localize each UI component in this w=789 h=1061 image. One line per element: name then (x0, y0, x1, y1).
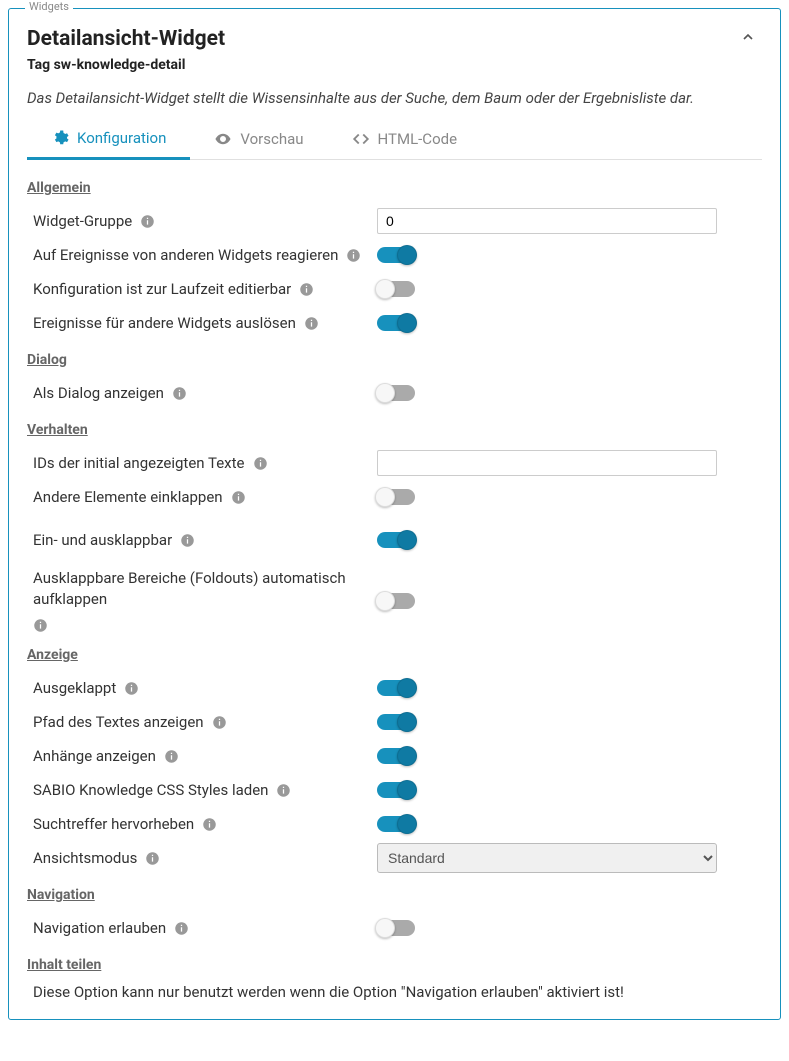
field-label: Konfiguration ist zur Laufzeit editierba… (33, 280, 291, 298)
info-icon[interactable] (172, 386, 187, 401)
section-navigation: Navigation (27, 887, 762, 903)
info-icon[interactable] (231, 490, 246, 505)
tab-vorschau[interactable]: Vorschau (190, 121, 327, 159)
info-icon[interactable] (253, 456, 268, 471)
field-label: Auf Ereignisse von anderen Widgets reagi… (33, 246, 338, 264)
inhalt-teilen-notice: Diese Option kann nur benutzt werden wen… (27, 983, 762, 1001)
info-icon[interactable] (164, 749, 179, 764)
andere-einklappen-toggle[interactable] (377, 489, 415, 505)
collapse-button[interactable] (734, 23, 762, 51)
field-label: Widget-Gruppe (33, 212, 132, 230)
widget-gruppe-input[interactable] (377, 208, 717, 234)
chevron-up-icon (740, 29, 756, 45)
ids-initial-input[interactable] (377, 450, 717, 476)
panel-legend: Widgets (25, 0, 73, 13)
info-icon[interactable] (299, 282, 314, 297)
widget-title: Detailansicht-Widget (27, 27, 225, 51)
ereignisse-ausloesen-toggle[interactable] (377, 315, 415, 331)
field-label: Navigation erlauben (33, 919, 166, 937)
css-styles-toggle[interactable] (377, 782, 415, 798)
auf-ereignisse-toggle[interactable] (377, 247, 415, 263)
tab-label: HTML-Code (378, 130, 458, 148)
field-label: SABIO Knowledge CSS Styles laden (33, 781, 268, 799)
field-label: Andere Elemente einklappen (33, 488, 223, 506)
info-icon[interactable] (140, 214, 155, 229)
ansichtsmodus-select[interactable]: Standard (377, 843, 717, 873)
field-label: Pfad des Textes anzeigen (33, 713, 204, 731)
info-icon[interactable] (174, 921, 189, 936)
anhaenge-toggle[interactable] (377, 748, 415, 764)
info-icon[interactable] (145, 851, 160, 866)
field-label: Ereignisse für andere Widgets auslösen (33, 314, 296, 332)
pfad-text-toggle[interactable] (377, 714, 415, 730)
widgets-panel: Widgets Detailansicht-Widget Tag sw-know… (8, 8, 781, 1020)
info-icon[interactable] (180, 533, 195, 548)
field-label: Ausgeklappt (33, 679, 116, 697)
section-inhalt-teilen: Inhalt teilen (27, 957, 762, 973)
eye-icon (214, 130, 232, 148)
field-label: IDs der initial angezeigten Texte (33, 454, 245, 472)
tab-bar: Konfiguration Vorschau HTML-Code (27, 121, 762, 160)
config-form: Allgemein Widget-Gruppe Auf Ereignisse v… (27, 180, 762, 1001)
ein-ausklappbar-toggle[interactable] (377, 532, 415, 548)
section-dialog: Dialog (27, 352, 762, 368)
gear-icon (51, 129, 69, 147)
widget-description: Das Detailansicht-Widget stellt die Wiss… (27, 89, 762, 107)
tab-konfiguration[interactable]: Konfiguration (27, 121, 190, 160)
nav-erlauben-toggle[interactable] (377, 920, 415, 936)
suchtreffer-toggle[interactable] (377, 816, 415, 832)
info-icon[interactable] (33, 618, 48, 633)
field-label: Ansichtsmodus (33, 849, 137, 867)
field-label: Ausklappbare Bereiche (Foldouts) automat… (33, 568, 377, 610)
info-icon[interactable] (202, 817, 217, 832)
field-label: Ein- und ausklappbar (33, 531, 172, 549)
field-label: Anhänge anzeigen (33, 747, 156, 765)
foldouts-auto-toggle[interactable] (377, 593, 415, 609)
section-verhalten: Verhalten (27, 422, 762, 438)
info-icon[interactable] (212, 715, 227, 730)
info-icon[interactable] (304, 316, 319, 331)
field-label: Suchtreffer hervorheben (33, 815, 194, 833)
tab-html-code[interactable]: HTML-Code (328, 121, 482, 159)
info-icon[interactable] (276, 783, 291, 798)
konfig-laufzeit-toggle[interactable] (377, 281, 415, 297)
section-anzeige: Anzeige (27, 647, 762, 663)
ausgeklappt-toggle[interactable] (377, 680, 415, 696)
section-allgemein: Allgemein (27, 180, 762, 196)
tab-label: Konfiguration (77, 129, 166, 147)
als-dialog-toggle[interactable] (377, 385, 415, 401)
code-icon (352, 130, 370, 148)
widget-subtitle: Tag sw-knowledge-detail (27, 57, 225, 73)
tab-label: Vorschau (240, 130, 303, 148)
info-icon[interactable] (124, 681, 139, 696)
info-icon[interactable] (346, 248, 361, 263)
field-label: Als Dialog anzeigen (33, 384, 164, 402)
